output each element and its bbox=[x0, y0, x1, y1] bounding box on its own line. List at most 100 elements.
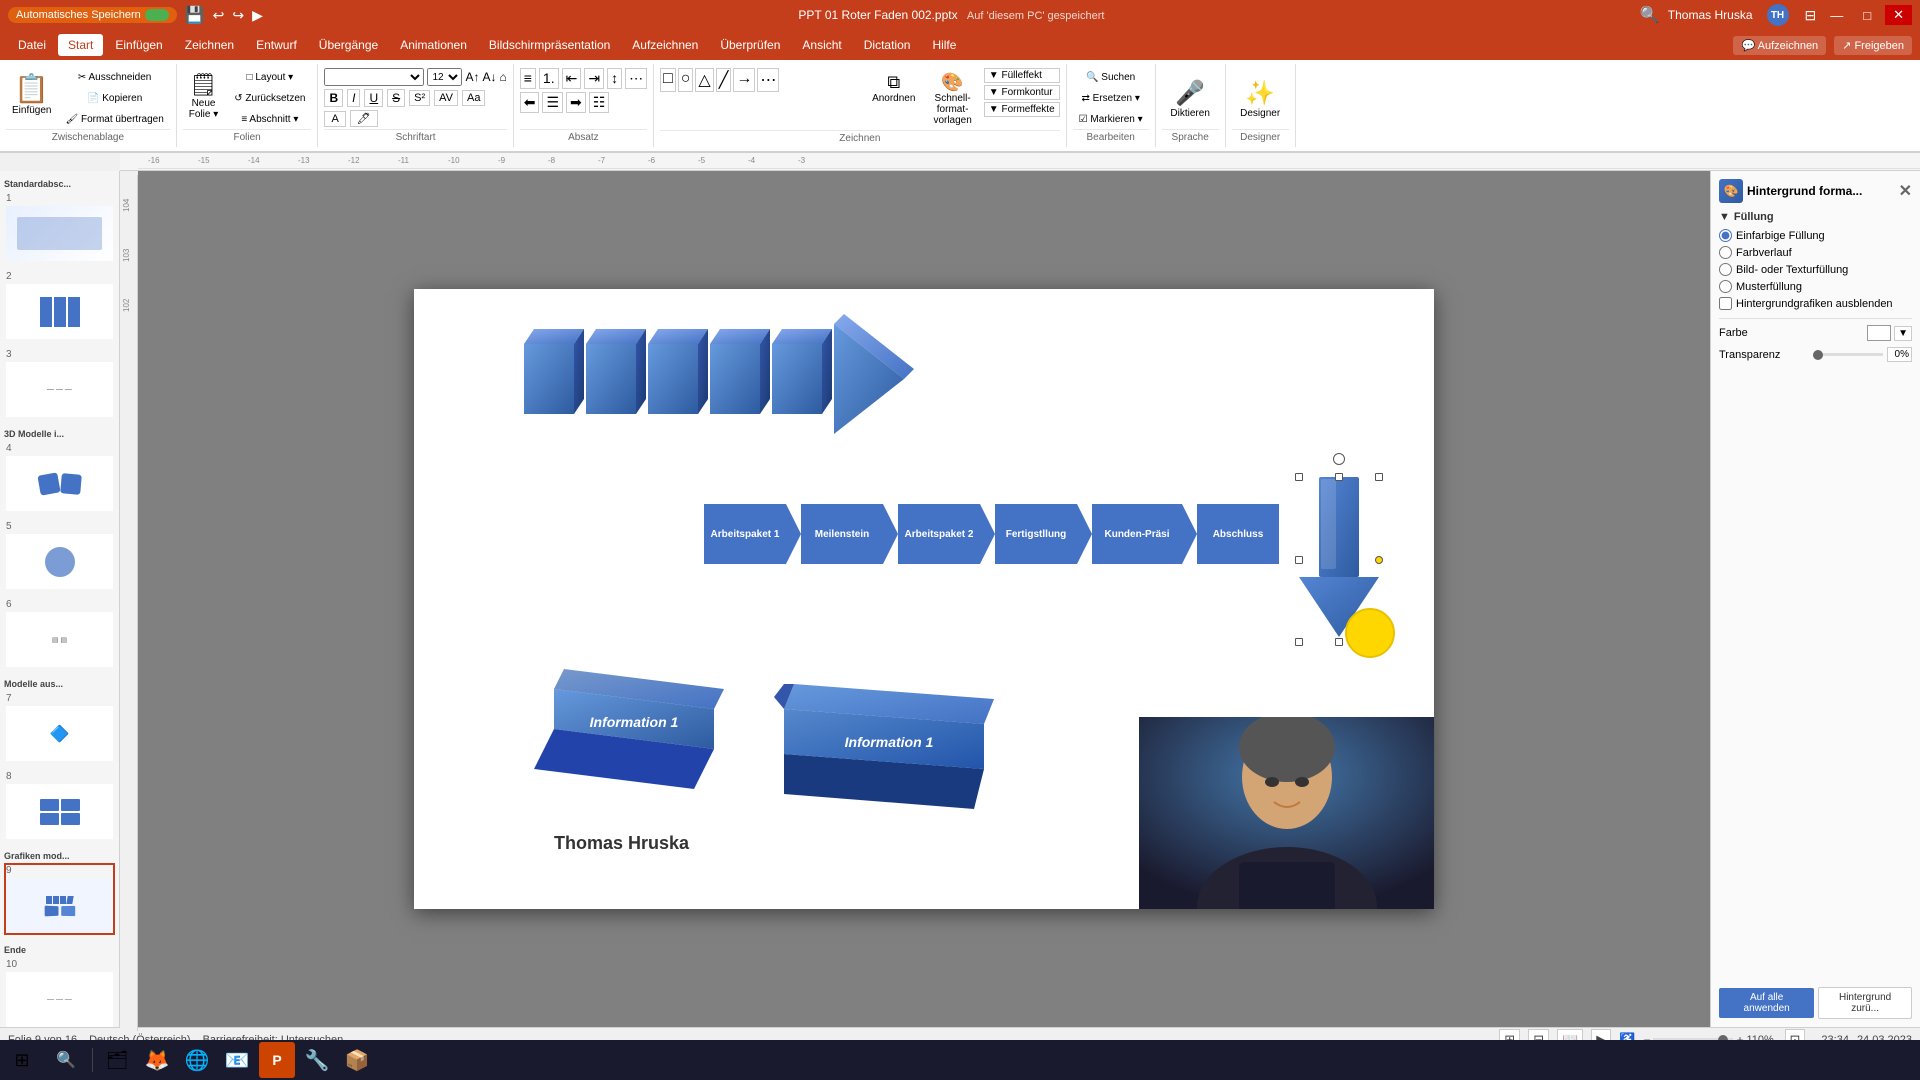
align-left-btn[interactable]: ⬅ bbox=[520, 92, 540, 113]
taskbar-browser-1[interactable]: 🦊 bbox=[139, 1042, 175, 1078]
autosave-toggle[interactable]: Automatisches Speichern bbox=[8, 7, 177, 23]
list-ordered-btn[interactable]: 1. bbox=[539, 68, 559, 89]
menu-hilfe[interactable]: Hilfe bbox=[922, 34, 966, 56]
font-case-btn[interactable]: Aa bbox=[462, 90, 485, 106]
justify-btn[interactable]: ☷ bbox=[589, 92, 610, 113]
radio-bild[interactable] bbox=[1719, 263, 1732, 276]
layout-btn[interactable]: □ Layout ▾ bbox=[228, 68, 311, 87]
ersetzen-btn[interactable]: ⇄ Ersetzen ▾ bbox=[1073, 89, 1149, 108]
font-size-select[interactable]: 12 bbox=[427, 68, 462, 86]
big-blue-arrow-selected[interactable] bbox=[1299, 477, 1379, 642]
slide-thumb-9[interactable]: 9 bbox=[4, 863, 115, 935]
handle-tl[interactable] bbox=[1295, 473, 1303, 481]
diktieren-btn[interactable]: 🎤 Diktieren bbox=[1164, 75, 1215, 123]
transparenz-slider-thumb[interactable] bbox=[1813, 350, 1823, 360]
ausschneiden-btn[interactable]: ✂ Ausschneiden bbox=[59, 68, 169, 87]
slide-thumb-5[interactable]: 5 bbox=[4, 519, 115, 591]
menu-start[interactable]: Start bbox=[58, 34, 103, 56]
text-direction-btn[interactable]: ↕ bbox=[607, 68, 622, 89]
einfuegen-btn[interactable]: 📋 Einfügen bbox=[6, 68, 57, 120]
shape-arrow[interactable]: → bbox=[733, 68, 755, 92]
menu-einfuegen[interactable]: Einfügen bbox=[105, 34, 172, 56]
font-color-btn[interactable]: A bbox=[324, 111, 345, 127]
slide-thumb-6[interactable]: 6 ▤ ▤ bbox=[4, 597, 115, 669]
align-right-btn[interactable]: ➡ bbox=[566, 92, 586, 113]
italic-btn[interactable]: I bbox=[347, 89, 360, 107]
taskbar-search-btn[interactable]: 🔍 bbox=[46, 1040, 86, 1080]
close-btn[interactable]: ✕ bbox=[1885, 5, 1912, 25]
menu-entwurf[interactable]: Entwurf bbox=[246, 34, 307, 56]
menu-dictation[interactable]: Dictation bbox=[854, 34, 921, 56]
suchen-btn[interactable]: 🔍 Suchen bbox=[1073, 68, 1149, 87]
menu-aufzeichnen[interactable]: Aufzeichnen bbox=[622, 34, 708, 56]
list-unordered-btn[interactable]: ≡ bbox=[520, 68, 536, 89]
taskbar-email[interactable]: 📧 bbox=[219, 1042, 255, 1078]
indent-increase-btn[interactable]: ⇥ bbox=[584, 68, 604, 89]
menu-uebergaenge[interactable]: Übergänge bbox=[309, 34, 388, 56]
format-uebertragen-btn[interactable]: 🖌 Format übertragen bbox=[59, 110, 169, 129]
autosave-toggle-switch[interactable] bbox=[145, 9, 169, 21]
anordnen-btn[interactable]: ⧉ Anordnen bbox=[866, 68, 921, 108]
menu-animationen[interactable]: Animationen bbox=[390, 34, 477, 56]
slide-thumb-7[interactable]: 7 🔷 bbox=[4, 691, 115, 763]
redo-icon[interactable]: ↪ bbox=[232, 7, 244, 24]
indent-decrease-btn[interactable]: ⇤ bbox=[562, 68, 582, 89]
menu-zeichnen[interactable]: Zeichnen bbox=[175, 34, 244, 56]
menu-bildschirmpraesenation[interactable]: Bildschirmpräsentation bbox=[479, 34, 620, 56]
taskbar-windows-btn[interactable]: ⊞ bbox=[2, 1040, 42, 1080]
slide-thumb-10[interactable]: 10 — — — bbox=[4, 957, 115, 1027]
search-icon[interactable]: 🔍 bbox=[1640, 5, 1660, 25]
zuruecksetzen-btn[interactable]: ↺ Zurücksetzen bbox=[228, 89, 311, 108]
slide-thumb-3[interactable]: 3 — — — bbox=[4, 347, 115, 419]
shape-circle[interactable]: ○ bbox=[678, 68, 694, 92]
reset-btn[interactable]: Hintergrund zurü... bbox=[1818, 987, 1912, 1019]
fuelleffekt-btn[interactable]: ▼ Fülleffekt bbox=[984, 68, 1060, 83]
menu-ansicht[interactable]: Ansicht bbox=[792, 34, 851, 56]
save-icon[interactable]: 💾 bbox=[185, 5, 205, 25]
menu-datei[interactable]: Datei bbox=[8, 34, 56, 56]
shadow-btn[interactable]: S² bbox=[409, 90, 430, 106]
smartart-btn[interactable]: ⋯ bbox=[625, 68, 647, 89]
clear-format-btn[interactable]: ⌂ bbox=[499, 70, 506, 84]
highlight-btn[interactable]: 🖊 bbox=[350, 110, 378, 127]
panel-close-btn[interactable]: ✕ bbox=[1899, 181, 1912, 201]
schnellformat-btn[interactable]: 🎨 Schnell- format- vorlagen bbox=[927, 68, 977, 130]
neue-folie-btn[interactable]: 🗒 Neue Folie ▾ bbox=[183, 68, 224, 124]
taskbar-browser-2[interactable]: 🌐 bbox=[179, 1042, 215, 1078]
radio-einfarbig[interactable] bbox=[1719, 229, 1732, 242]
apply-all-btn[interactable]: Auf alle anwenden bbox=[1719, 988, 1814, 1018]
share-btn[interactable]: ↗ Freigeben bbox=[1834, 36, 1912, 55]
present-icon[interactable]: ▶ bbox=[252, 7, 263, 24]
formkontur-btn[interactable]: ▼ Formkontur bbox=[984, 85, 1060, 100]
shape-rect[interactable]: □ bbox=[660, 68, 676, 92]
taskbar-file-manager[interactable]: 🗂 bbox=[99, 1042, 135, 1078]
handle-ml[interactable] bbox=[1295, 556, 1303, 564]
minimize-btn[interactable]: — bbox=[1824, 6, 1849, 25]
radio-muster[interactable] bbox=[1719, 280, 1732, 293]
underline-btn[interactable]: U bbox=[364, 89, 383, 107]
slide-thumb-4[interactable]: 4 bbox=[4, 441, 115, 513]
undo-icon[interactable]: ↩ bbox=[213, 7, 225, 24]
radio-farbverlauf[interactable] bbox=[1719, 246, 1732, 259]
ribbon-toggle-icon[interactable]: ⊟ bbox=[1805, 7, 1817, 24]
decrease-font-btn[interactable]: A↓ bbox=[482, 70, 496, 84]
slide-thumb-1[interactable]: 1 bbox=[4, 191, 115, 263]
align-center-btn[interactable]: ☰ bbox=[542, 92, 563, 113]
comments-btn[interactable]: 💬 Aufzeichnen bbox=[1733, 36, 1826, 55]
rotate-handle[interactable] bbox=[1333, 453, 1345, 465]
markieren-btn[interactable]: ☑ Markieren ▾ bbox=[1073, 110, 1149, 129]
slide-thumb-2[interactable]: 2 bbox=[4, 269, 115, 341]
kopieren-btn[interactable]: 📄 Kopieren bbox=[59, 89, 169, 108]
handle-bl[interactable] bbox=[1295, 638, 1303, 646]
canvas-area[interactable]: Arbeitspaket 1 Meilenstein Arbeitspaket … bbox=[138, 171, 1710, 1027]
handle-bm[interactable] bbox=[1335, 638, 1343, 646]
maximize-btn[interactable]: □ bbox=[1857, 6, 1877, 25]
handle-tm[interactable] bbox=[1335, 473, 1343, 481]
color-dropdown-btn[interactable]: ▼ bbox=[1894, 326, 1912, 341]
color-picker-box[interactable] bbox=[1867, 325, 1891, 341]
shape-triangle[interactable]: △ bbox=[695, 68, 713, 92]
designer-btn[interactable]: ✨ Designer bbox=[1234, 75, 1286, 123]
handle-tr[interactable] bbox=[1375, 473, 1383, 481]
taskbar-powerpoint[interactable]: P bbox=[259, 1042, 295, 1078]
bold-btn[interactable]: B bbox=[324, 89, 343, 107]
